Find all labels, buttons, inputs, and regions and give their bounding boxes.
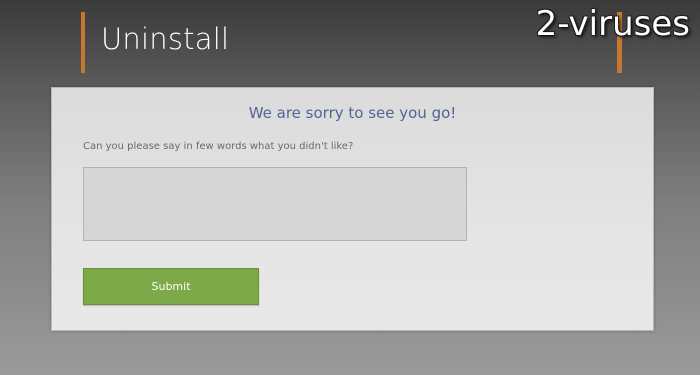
- card-heading-text: We are sorry to see you go!: [248, 104, 457, 122]
- watermark-logo: 2-viruses: [535, 4, 690, 44]
- feedback-textarea[interactable]: [83, 167, 467, 241]
- header-bar: Uninstall 2-viruses: [0, 0, 700, 87]
- accent-bar-left: [81, 12, 85, 73]
- page-title: Uninstall: [101, 22, 230, 56]
- feedback-question: Can you please say in few words what you…: [83, 141, 354, 152]
- uninstall-feedback-card: We are sorry to see you go! Can you plea…: [51, 87, 654, 331]
- submit-button[interactable]: Submit: [83, 268, 259, 305]
- card-heading: We are sorry to see you go!: [52, 104, 653, 122]
